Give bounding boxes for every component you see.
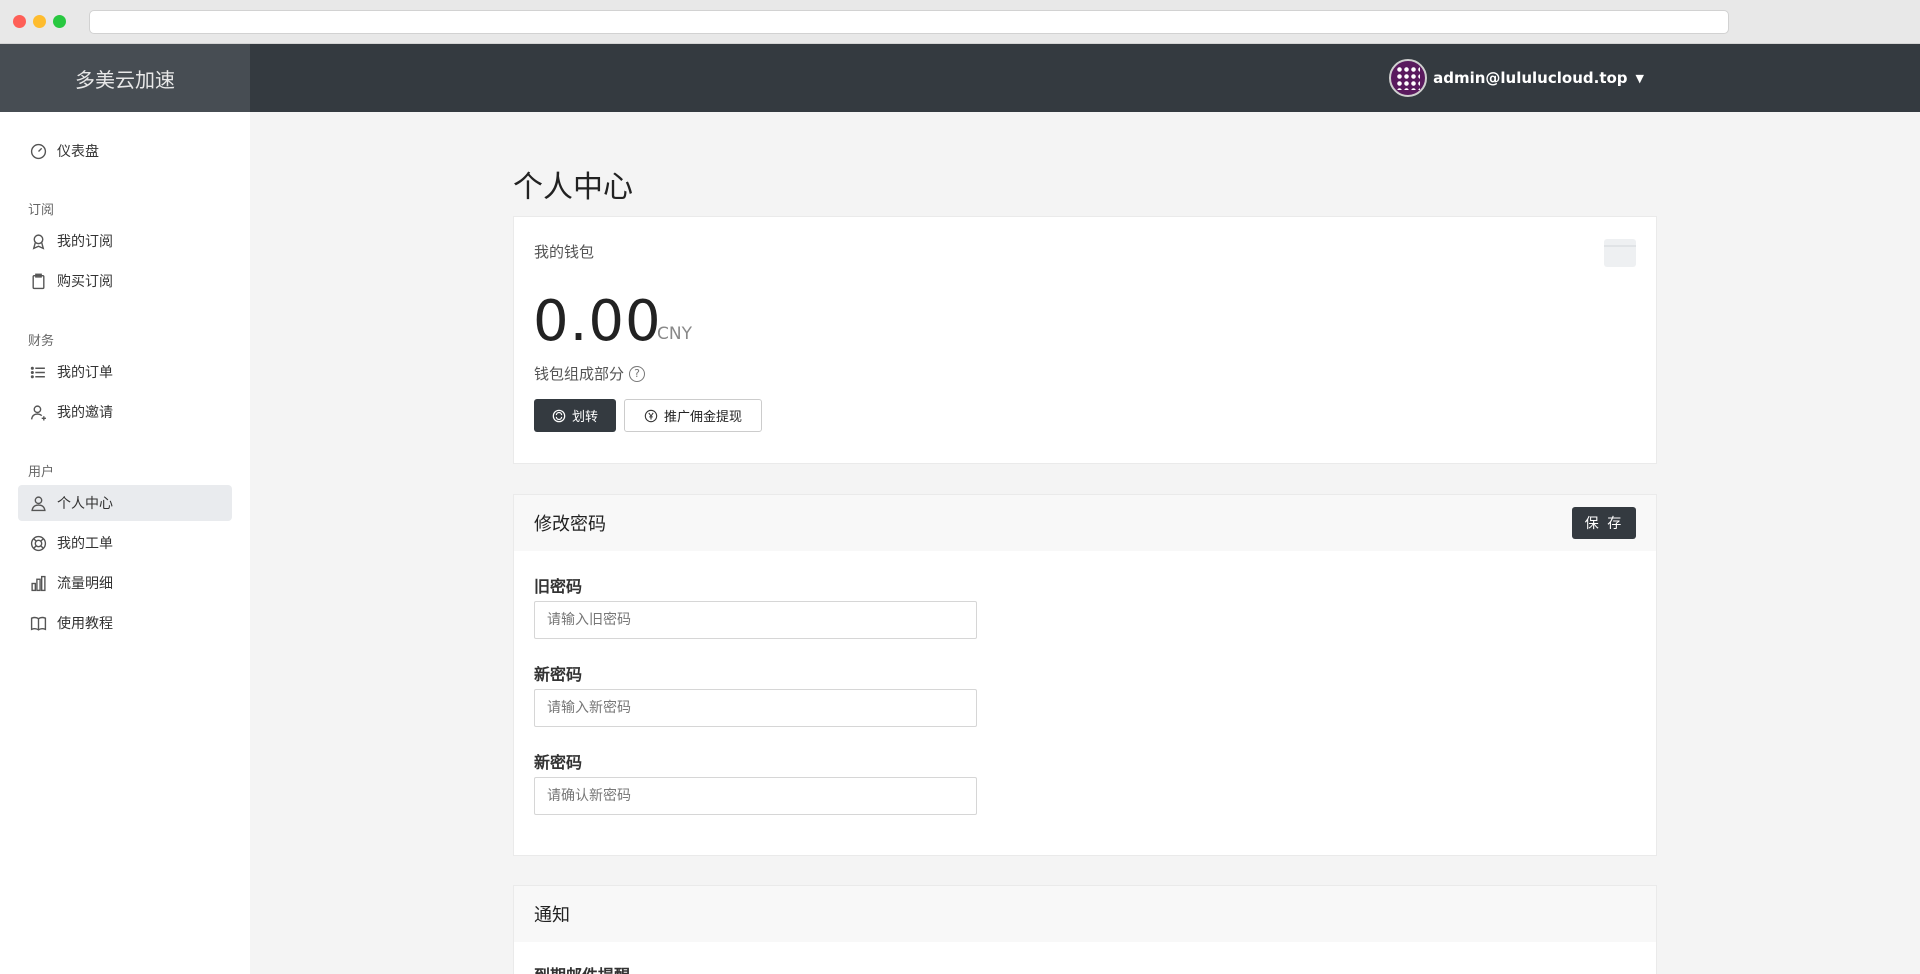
user-share-icon: [29, 403, 47, 421]
sidebar-item-label: 我的订单: [57, 365, 113, 381]
sidebar-item-my-tickets[interactable]: 我的工单: [18, 525, 232, 561]
user-email: admin@lulul​ucloud.top: [1433, 69, 1628, 87]
user-menu[interactable]: admin@lulul​ucloud.top ▼: [1389, 58, 1644, 98]
close-window-icon[interactable]: [13, 15, 26, 28]
main-content: 个人中心 我的钱包 0.00 CNY 钱包组成部分 ? 划转 推广佣金提现 修改…: [250, 112, 1920, 974]
wallet-card: 我的钱包 0.00 CNY 钱包组成部分 ? 划转 推广佣金提现: [513, 216, 1657, 464]
wallet-balance: 0.00: [533, 289, 662, 354]
card-header: 通知: [514, 886, 1656, 942]
transfer-button-label: 划转: [571, 410, 598, 425]
section-label-user: 用户: [28, 465, 55, 480]
card-header: 修改密码 保 存: [514, 495, 1656, 551]
lifebuoy-icon: [29, 534, 47, 552]
confirm-password-label: 新密码: [534, 753, 583, 772]
clipboard-icon: [29, 272, 47, 290]
page-title: 个人中心: [513, 170, 633, 205]
sidebar-item-dashboard[interactable]: 仪表盘: [18, 133, 232, 169]
sidebar-item-label: 个人中心: [57, 496, 113, 512]
sidebar-item-label: 流量明细: [57, 576, 113, 592]
address-bar[interactable]: [89, 10, 1729, 34]
wallet-currency: CNY: [657, 324, 692, 344]
sidebar: 仪表盘 订阅 我的订阅 购买订阅 财务 我的订单 我的邀请 用户 个人中心 我的…: [0, 112, 250, 974]
wallet-composition-label: 钱包组成部分: [534, 365, 625, 383]
sidebar-item-my-invites[interactable]: 我的邀请: [18, 394, 232, 430]
notification-card: 通知 到期邮件提醒: [513, 885, 1657, 974]
brand-logo[interactable]: 多美云加速: [0, 44, 250, 112]
sidebar-item-label: 我的订阅: [57, 234, 113, 250]
wallet-composition[interactable]: 钱包组成部分 ?: [534, 363, 646, 384]
change-password-card: 修改密码 保 存 旧密码 新密码 新密码: [513, 494, 1657, 856]
chevron-down-icon: ▼: [1635, 71, 1644, 85]
wallet-label: 我的钱包: [534, 243, 595, 261]
confirm-password-input[interactable]: [534, 777, 977, 815]
sidebar-item-label: 我的邀请: [57, 405, 113, 421]
sidebar-item-my-orders[interactable]: 我的订单: [18, 354, 232, 390]
withdraw-commission-button[interactable]: 推广佣金提现: [624, 399, 762, 432]
bar-chart-icon: [29, 574, 47, 592]
sidebar-item-label: 购买订阅: [57, 274, 113, 290]
maximize-window-icon[interactable]: [53, 15, 66, 28]
sidebar-item-traffic[interactable]: 流量明细: [18, 565, 232, 601]
old-password-input[interactable]: [534, 601, 977, 639]
wallet-icon: [1604, 239, 1636, 267]
save-button[interactable]: 保 存: [1572, 507, 1636, 539]
list-icon: [29, 363, 47, 381]
section-label-finance: 财务: [28, 334, 55, 349]
gauge-icon: [29, 142, 47, 160]
transfer-button[interactable]: 划转: [534, 399, 616, 432]
top-header: 多美云加速 admin@lulul​ucloud.top ▼: [0, 44, 1920, 112]
book-icon: [29, 614, 47, 632]
sidebar-item-label: 我的工单: [57, 536, 113, 552]
browser-chrome: [0, 0, 1920, 44]
question-circle-icon[interactable]: ?: [629, 365, 646, 382]
sidebar-item-profile[interactable]: 个人中心: [18, 485, 232, 521]
sidebar-item-tutorial[interactable]: 使用教程: [18, 605, 232, 641]
yen-circle-icon: [644, 409, 658, 422]
withdraw-button-label: 推广佣金提现: [663, 410, 742, 425]
section-label-subscribe: 订阅: [28, 203, 55, 218]
avatar: [1389, 59, 1428, 97]
card-title: 修改密码: [534, 514, 606, 535]
new-password-label: 新密码: [534, 665, 583, 684]
sidebar-item-label: 使用教程: [57, 616, 113, 632]
user-icon: [29, 494, 47, 512]
award-icon: [29, 232, 47, 250]
refresh-icon: [552, 409, 566, 422]
new-password-input[interactable]: [534, 689, 977, 727]
expiry-email-label: 到期邮件提醒: [534, 962, 630, 974]
card-title: 通知: [534, 905, 570, 926]
sidebar-item-label: 仪表盘: [57, 144, 99, 160]
sidebar-item-my-subscription[interactable]: 我的订阅: [18, 223, 232, 259]
old-password-label: 旧密码: [534, 577, 583, 596]
minimize-window-icon[interactable]: [33, 15, 46, 28]
sidebar-item-buy-subscription[interactable]: 购买订阅: [18, 263, 232, 299]
